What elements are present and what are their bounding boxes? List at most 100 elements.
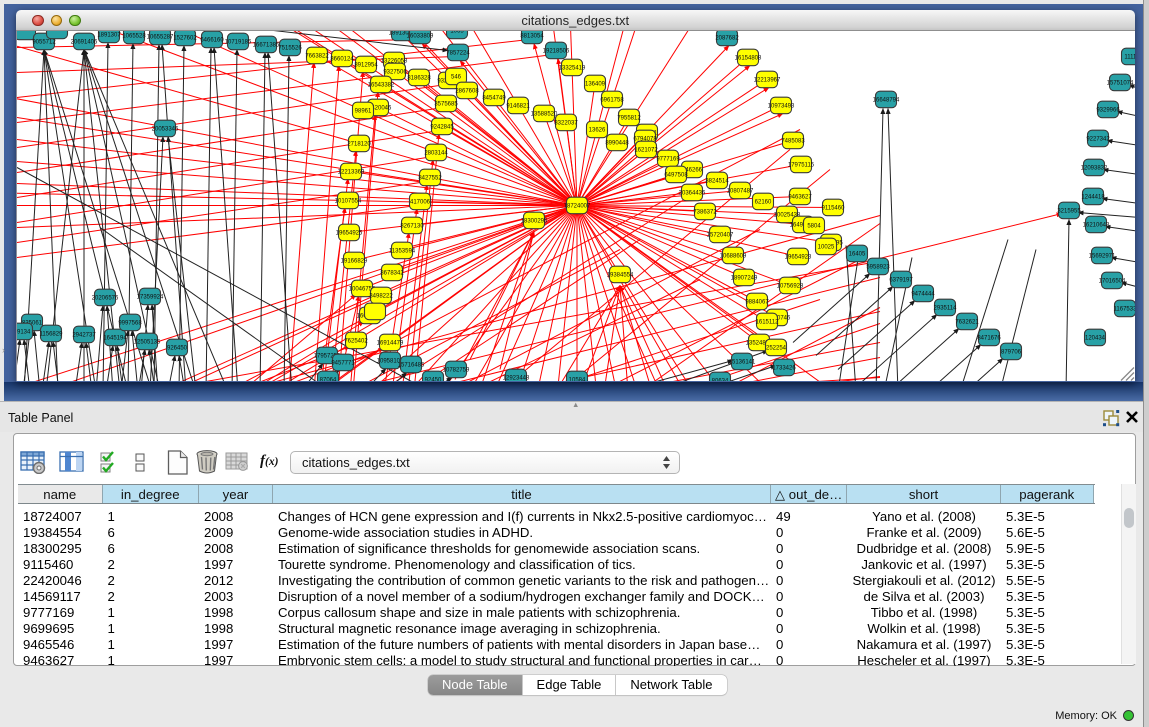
svg-text:8678342: 8678342 xyxy=(380,270,404,276)
svg-text:16648794: 16648794 xyxy=(873,97,900,103)
svg-text:7955812: 7955812 xyxy=(617,115,641,121)
svg-text:6379197: 6379197 xyxy=(889,277,913,283)
svg-text:10025: 10025 xyxy=(818,244,835,250)
svg-text:417006: 417006 xyxy=(410,199,431,205)
svg-text:546: 546 xyxy=(451,74,462,80)
svg-text:2942737: 2942737 xyxy=(72,332,96,338)
svg-text:7485083: 7485083 xyxy=(781,138,805,144)
svg-text:1733426: 1733426 xyxy=(772,365,796,371)
svg-text:9777169: 9777169 xyxy=(656,156,680,162)
svg-text:92450: 92450 xyxy=(425,377,442,380)
svg-text:18724007: 18724007 xyxy=(564,203,591,209)
svg-text:8990448: 8990448 xyxy=(605,140,629,146)
svg-text:13588520: 13588520 xyxy=(531,111,558,117)
svg-text:15136141: 15136141 xyxy=(729,359,756,365)
svg-text:8267130: 8267130 xyxy=(400,223,424,229)
svg-text:1621072: 1621072 xyxy=(634,147,658,153)
svg-text:11353594: 11353594 xyxy=(389,248,416,254)
svg-text:10719185: 10719185 xyxy=(225,39,252,45)
svg-text:2718120: 2718120 xyxy=(347,141,371,147)
svg-text:7857224: 7857224 xyxy=(446,50,470,56)
svg-text:13325419: 13325419 xyxy=(559,65,586,71)
svg-text:8813054: 8813054 xyxy=(520,33,544,39)
svg-text:1167533: 1167533 xyxy=(1114,306,1135,312)
svg-text:10973493: 10973493 xyxy=(768,103,795,109)
svg-text:20053346: 20053346 xyxy=(152,126,179,132)
svg-text:2803144: 2803144 xyxy=(424,150,448,156)
svg-text:8454749: 8454749 xyxy=(482,95,506,101)
svg-text:80634: 80634 xyxy=(712,378,729,380)
svg-text:16543382: 16543382 xyxy=(368,82,395,88)
svg-text:8660124: 8660124 xyxy=(330,56,354,62)
svg-text:3498222: 3498222 xyxy=(369,293,393,299)
svg-text:9884067: 9884067 xyxy=(745,299,769,305)
svg-text:9146821: 9146821 xyxy=(506,103,530,109)
svg-text:19654923: 19654923 xyxy=(785,254,812,260)
svg-text:19218506: 19218506 xyxy=(543,48,570,54)
svg-text:9457771: 9457771 xyxy=(331,360,355,366)
svg-text:9327506: 9327506 xyxy=(383,69,407,75)
svg-text:98961: 98961 xyxy=(355,108,372,114)
svg-text:13626: 13626 xyxy=(589,127,606,133)
svg-text:16671385: 16671385 xyxy=(253,42,280,48)
svg-text:17016504: 17016504 xyxy=(1099,278,1126,284)
svg-text:10584: 10584 xyxy=(569,377,586,380)
svg-text:15751074: 15751074 xyxy=(1107,80,1134,86)
svg-text:10756928: 10756928 xyxy=(777,283,804,289)
svg-text:16210643: 16210643 xyxy=(1083,222,1110,228)
svg-text:19384554: 19384554 xyxy=(607,272,634,278)
svg-text:5958923: 5958923 xyxy=(866,264,890,270)
svg-text:1891307: 1891307 xyxy=(97,32,121,38)
svg-text:10807487: 10807487 xyxy=(727,188,754,194)
svg-text:12213967: 12213967 xyxy=(754,77,781,83)
svg-text:9474444: 9474444 xyxy=(911,291,935,297)
svg-text:39134: 39134 xyxy=(17,329,31,335)
svg-text:7663822: 7663822 xyxy=(305,53,329,59)
svg-text:18907249: 18907249 xyxy=(731,275,758,281)
svg-text:9242845: 9242845 xyxy=(430,124,454,130)
svg-text:1244418: 1244418 xyxy=(1081,194,1105,200)
svg-text:7625402: 7625402 xyxy=(344,338,368,344)
svg-text:1615112: 1615112 xyxy=(756,319,780,325)
svg-text:17359924: 17359924 xyxy=(137,294,164,300)
svg-text:19654925: 19654925 xyxy=(336,230,363,236)
svg-text:12213369: 12213369 xyxy=(338,169,365,175)
svg-text:3575685: 3575685 xyxy=(434,101,458,107)
svg-text:16405: 16405 xyxy=(849,251,866,257)
svg-text:9329966: 9329966 xyxy=(1096,107,1120,113)
svg-text:1065528: 1065528 xyxy=(122,33,146,39)
svg-text:20206576: 20206576 xyxy=(92,295,119,301)
svg-text:9997568: 9997568 xyxy=(118,320,142,326)
svg-text:8186328: 8186328 xyxy=(407,75,431,81)
svg-text:1527602: 1527602 xyxy=(173,35,197,41)
svg-text:3824514: 3824514 xyxy=(705,178,729,184)
svg-text:926450: 926450 xyxy=(167,345,188,351)
svg-text:10107554: 10107554 xyxy=(335,198,362,204)
svg-text:12923448: 12923448 xyxy=(503,375,530,380)
svg-text:15716485: 15716485 xyxy=(398,362,425,368)
svg-text:11117: 11117 xyxy=(1124,54,1134,60)
svg-text:7515526: 7515526 xyxy=(278,45,302,51)
svg-text:19166829: 19166829 xyxy=(341,258,368,264)
svg-text:8471676: 8471676 xyxy=(977,335,1001,341)
svg-text:12505135: 12505135 xyxy=(134,339,161,345)
svg-text:9227342: 9227342 xyxy=(1086,136,1110,142)
svg-text:16914479: 16914479 xyxy=(377,340,404,346)
svg-text:12093832: 12093832 xyxy=(1081,165,1108,171)
svg-text:1156829: 1156829 xyxy=(40,331,64,337)
svg-text:7632621: 7632621 xyxy=(955,319,979,325)
svg-text:16033809: 16033809 xyxy=(407,33,434,39)
svg-text:87064: 87064 xyxy=(320,377,337,380)
svg-text:9463627: 9463627 xyxy=(788,194,812,200)
svg-text:8427552: 8427552 xyxy=(418,175,442,181)
svg-text:17975115: 17975115 xyxy=(788,162,815,168)
svg-text:10688609: 10688609 xyxy=(720,253,747,259)
svg-text:2867608: 2867608 xyxy=(455,88,479,94)
svg-text:9055712: 9055712 xyxy=(32,39,56,45)
svg-text:20364436: 20364436 xyxy=(679,190,706,196)
svg-text:10782759: 10782759 xyxy=(443,367,470,373)
svg-text:9115460: 9115460 xyxy=(822,205,846,211)
svg-text:18300295: 18300295 xyxy=(521,218,548,224)
svg-text:120434: 120434 xyxy=(1085,335,1106,341)
svg-text:16154808: 16154808 xyxy=(735,55,762,61)
